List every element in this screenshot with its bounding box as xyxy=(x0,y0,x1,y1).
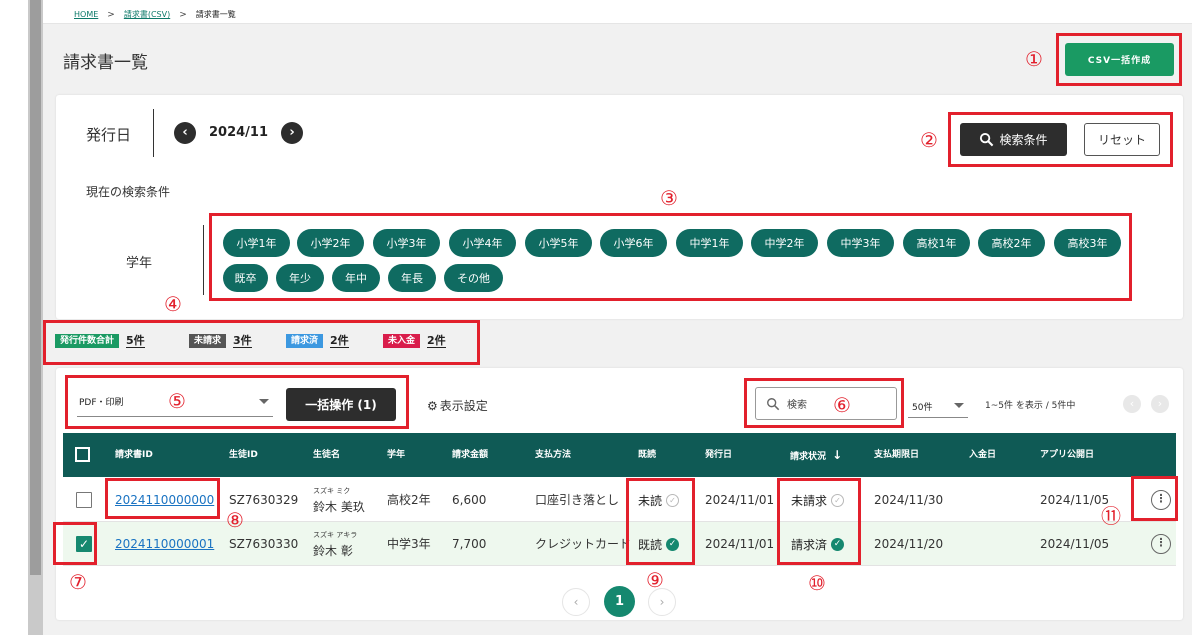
annotation-number-7: ⑦ xyxy=(69,570,87,594)
prev-month-button[interactable]: ‹ xyxy=(174,122,196,144)
payment-method: 口座引き落とし xyxy=(535,493,620,507)
amount: 7,700 xyxy=(452,537,487,551)
stat-count[interactable]: 3件 xyxy=(233,334,252,348)
grade: 中学3年 xyxy=(387,537,431,551)
display-settings-button[interactable]: ⚙ 表示設定 xyxy=(427,397,488,414)
issue-date: 2024/11/01 xyxy=(705,493,775,507)
left-window-edge xyxy=(0,0,28,635)
sort-arrow-icon: ↓ xyxy=(832,448,843,462)
app-published-date: 2024/11/05 xyxy=(1040,493,1110,507)
header-student-name[interactable]: 生徒名 xyxy=(313,433,340,477)
annotation-box-6 xyxy=(744,378,904,428)
student-name: 鈴木 彰 xyxy=(313,544,353,558)
left-scrollbar[interactable] xyxy=(28,0,43,635)
annotation-box-7 xyxy=(53,522,97,565)
due-date: 2024/11/30 xyxy=(874,493,944,507)
header-student-id[interactable]: 生徒ID xyxy=(229,433,258,477)
annotation-number-8: ⑧ xyxy=(226,508,244,532)
header-read[interactable]: 既読 xyxy=(638,433,656,477)
header-issue-date[interactable]: 発行日 xyxy=(705,433,732,477)
annotation-box-1 xyxy=(1056,33,1182,86)
annotation-box-11 xyxy=(1131,476,1178,521)
annotation-number-1: ① xyxy=(1025,47,1043,71)
annotation-number-10: ⑩ xyxy=(808,571,826,595)
next-month-button[interactable]: › xyxy=(281,122,303,144)
kebab-icon[interactable]: ⋮ xyxy=(1151,534,1171,554)
student-name: 鈴木 美玖 xyxy=(313,500,365,514)
row-checkbox[interactable] xyxy=(76,492,92,508)
issue-date-label: 発行日 xyxy=(86,126,132,144)
app-published-date: 2024/11/05 xyxy=(1040,537,1110,551)
header-amount[interactable]: 請求金額 xyxy=(452,433,488,477)
prev-page-arrow[interactable]: ‹ xyxy=(1123,395,1141,413)
header-invoice-id[interactable]: 請求書ID xyxy=(115,433,153,477)
stat-tag: 請求済 xyxy=(286,334,324,348)
annotation-box-10 xyxy=(777,478,861,565)
annotation-box-5 xyxy=(65,375,409,429)
current-conditions-label: 現在の検索条件 xyxy=(86,185,171,199)
select-all-checkbox[interactable] xyxy=(75,447,90,462)
stat-tag: 未入金 xyxy=(383,334,421,348)
scrollbar-thumb[interactable] xyxy=(30,0,41,575)
grade: 高校2年 xyxy=(387,493,431,507)
billing-status-label: 請求状況 xyxy=(790,452,827,462)
amount: 6,600 xyxy=(452,493,487,507)
annotation-box-3 xyxy=(209,213,1132,301)
student-name-kana: スズキ アキラ xyxy=(313,531,358,539)
main-area: HOME > 請求書(CSV) > 請求書一覧 請求書一覧 CSV一括作成 ① … xyxy=(43,0,1192,635)
breadcrumb-csv[interactable]: 請求書(CSV) xyxy=(124,9,170,20)
header-due-date[interactable]: 支払期限日 xyxy=(874,433,919,477)
annotation-box-8 xyxy=(105,478,220,519)
issue-date: 2024/11/01 xyxy=(705,537,775,551)
divider xyxy=(203,225,204,295)
issue-date-value: 2024/11 xyxy=(209,125,269,140)
header-grade[interactable]: 学年 xyxy=(387,433,405,477)
breadcrumb-separator: > xyxy=(107,9,115,20)
annotation-number-3: ③ xyxy=(660,186,678,210)
annotation-number-4: ④ xyxy=(164,292,182,316)
gear-icon: ⚙ xyxy=(427,398,438,413)
divider xyxy=(153,109,154,157)
top-bar: HOME > 請求書(CSV) > 請求書一覧 xyxy=(43,0,1192,24)
invoice-id-link[interactable]: 2024110000001 xyxy=(115,522,214,566)
breadcrumb-separator: > xyxy=(179,9,187,20)
breadcrumb: HOME > 請求書(CSV) > 請求書一覧 xyxy=(74,9,236,20)
due-date: 2024/11/20 xyxy=(874,537,944,551)
breadcrumb-home[interactable]: HOME xyxy=(74,10,98,19)
per-page-value: 50件 xyxy=(912,403,933,413)
header-app-published[interactable]: アプリ公開日 xyxy=(1040,433,1094,477)
next-page-arrow[interactable]: › xyxy=(1151,395,1169,413)
stat-unbilled: 未請求 3件 xyxy=(189,334,252,348)
payment-method: クレジットカード xyxy=(535,537,632,551)
pagination-current[interactable]: 1 xyxy=(604,586,635,617)
annotation-number-2: ② xyxy=(920,128,938,152)
pagination-prev[interactable]: ‹ xyxy=(562,588,590,616)
student-name-kana: スズキ ミク xyxy=(313,487,351,495)
header-payment-date[interactable]: 入金日 xyxy=(969,433,996,477)
annotation-box-2 xyxy=(948,112,1173,167)
page-title: 請求書一覧 xyxy=(63,53,148,73)
stat-tag: 発行件数合計 xyxy=(55,334,120,348)
per-page-select[interactable]: 50件 xyxy=(908,392,968,418)
stat-count[interactable]: 2件 xyxy=(427,334,446,348)
stat-count[interactable]: 2件 xyxy=(330,334,349,348)
annotation-number-11: ⑪ xyxy=(1101,504,1121,528)
result-range: 1~5件 を表示 / 5件中 xyxy=(985,401,1076,411)
stat-tag: 未請求 xyxy=(189,334,227,348)
stat-total: 発行件数合計 5件 xyxy=(55,334,145,348)
stat-billed: 請求済 2件 xyxy=(286,334,349,348)
chevron-down-icon xyxy=(954,403,964,408)
stat-count[interactable]: 5件 xyxy=(126,334,145,348)
pagination-next[interactable]: › xyxy=(648,588,676,616)
breadcrumb-current: 請求書一覧 xyxy=(195,10,236,19)
table-header: 請求書ID 生徒ID 生徒名 学年 請求金額 支払方法 既読 発行日 請求状況 … xyxy=(63,433,1176,477)
stat-unpaid: 未入金 2件 xyxy=(383,334,446,348)
display-settings-label: 表示設定 xyxy=(439,399,488,413)
header-billing-status[interactable]: 請求状況 ↓ xyxy=(790,433,842,477)
header-payment-method[interactable]: 支払方法 xyxy=(535,433,571,477)
annotation-box-9 xyxy=(626,478,695,565)
annotation-number-9: ⑨ xyxy=(646,568,664,592)
grade-label: 学年 xyxy=(126,256,153,271)
